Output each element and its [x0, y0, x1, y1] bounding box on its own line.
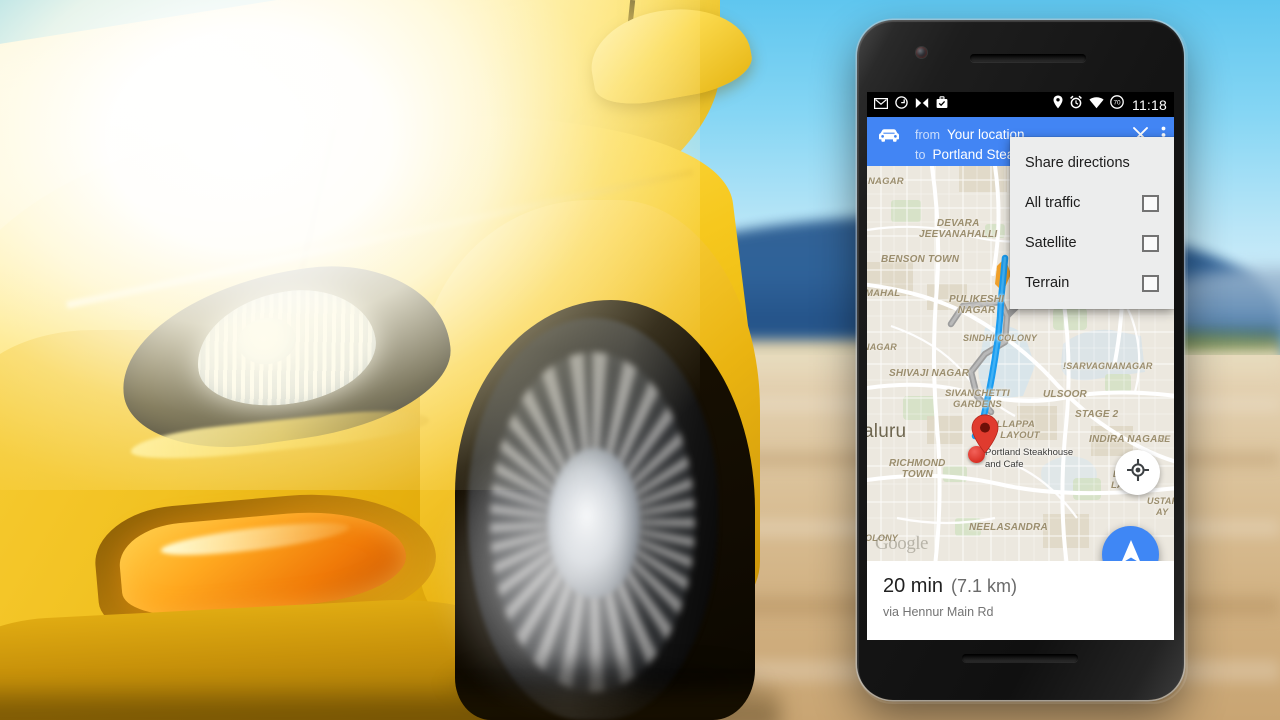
c-circle-icon	[895, 95, 908, 114]
gmail-icon	[874, 96, 889, 114]
status-bar-notifications	[874, 95, 1053, 114]
trip-duration: 20 min	[883, 575, 944, 597]
battery-icon: 70	[1110, 95, 1124, 114]
menu-item-label: Terrain	[1025, 275, 1070, 291]
menu-item-label: Share directions	[1025, 155, 1130, 171]
car-underbody-shadow	[0, 690, 780, 720]
route-via-label: via Hennur Main Rd	[883, 605, 994, 619]
alarm-icon	[1069, 95, 1083, 114]
all-traffic-checkbox[interactable]	[1142, 194, 1159, 212]
svg-text:70: 70	[1113, 100, 1121, 107]
to-label: to	[915, 148, 926, 162]
status-bar-system-icons: 70 11:18	[1053, 95, 1167, 114]
menu-item-label: Satellite	[1025, 235, 1077, 251]
bowtie-icon	[915, 96, 929, 114]
trip-distance: (7.1 km)	[951, 576, 1018, 596]
navigation-arrow-icon	[1118, 538, 1144, 561]
destination-pin[interactable]	[971, 414, 999, 459]
phone-screen: 70 11:18 from Your location to Portland …	[867, 92, 1174, 640]
smartphone-mockup: 70 11:18 from Your location to Portland …	[857, 20, 1188, 704]
from-label: from	[915, 128, 940, 142]
menu-item-share-directions[interactable]: Share directions	[1010, 143, 1174, 183]
location-pin-icon	[1053, 95, 1063, 114]
status-bar-clock: 11:18	[1132, 96, 1167, 113]
car-directions-icon[interactable]	[877, 123, 903, 148]
menu-item-all-traffic[interactable]: All traffic	[1010, 183, 1174, 223]
route-summary-card[interactable]: 20 min (7.1 km) via Hennur Main Rd	[867, 561, 1174, 640]
my-location-icon	[1126, 458, 1149, 486]
front-camera-icon	[916, 47, 927, 58]
my-location-button[interactable]	[1115, 450, 1160, 495]
yellow-sports-car	[0, 0, 800, 720]
terrain-checkbox[interactable]	[1142, 274, 1159, 292]
menu-item-satellite[interactable]: Satellite	[1010, 223, 1174, 263]
overflow-menu[interactable]: Share directions All traffic Satellite T…	[1010, 137, 1174, 309]
work-badge-icon	[936, 95, 948, 114]
screenshot-canvas: 70 11:18 from Your location to Portland …	[0, 0, 1280, 720]
menu-item-terrain[interactable]: Terrain	[1010, 263, 1174, 303]
status-bar: 70 11:18	[867, 92, 1174, 117]
bottom-speaker	[962, 654, 1078, 662]
menu-item-label: All traffic	[1025, 195, 1081, 211]
earpiece-speaker	[970, 54, 1086, 62]
google-watermark: Google	[875, 533, 928, 554]
eta-row: 20 min (7.1 km)	[883, 575, 1158, 598]
satellite-checkbox[interactable]	[1142, 234, 1159, 252]
wifi-icon	[1089, 96, 1104, 114]
